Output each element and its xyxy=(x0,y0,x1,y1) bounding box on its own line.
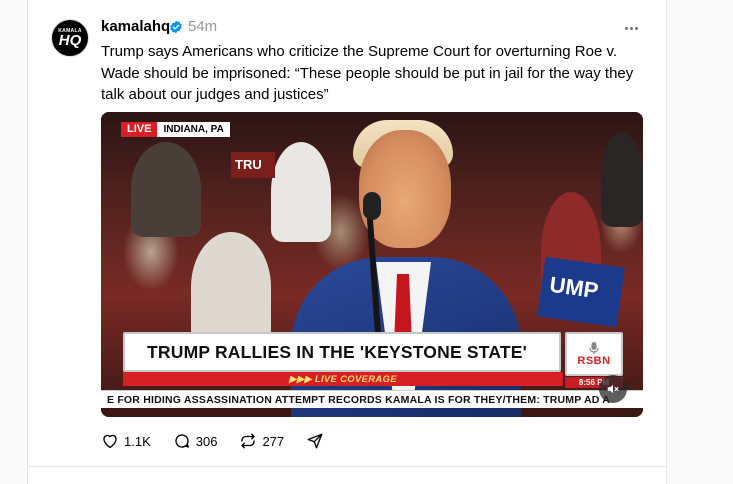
rsbn-mic-icon xyxy=(589,342,599,354)
comment-icon xyxy=(175,434,189,448)
repost-count: 277 xyxy=(262,433,285,449)
location-label: INDIANA, PA xyxy=(157,122,230,137)
share-button[interactable] xyxy=(306,432,324,450)
crowd-sign: TRU xyxy=(231,152,275,178)
live-coverage-bar: ▶▶▶ LIVE COVERAGE xyxy=(123,372,563,386)
repost-button[interactable]: 277 xyxy=(239,432,284,450)
username[interactable]: kamalahq xyxy=(101,18,170,35)
crowd-person xyxy=(191,232,271,342)
heart-icon xyxy=(103,434,117,449)
crowd-person xyxy=(131,142,201,237)
verified-badge-icon xyxy=(170,20,182,34)
ticker-text: E FOR HIDING ASSASSINATION ATTEMPT RECOR… xyxy=(107,393,611,406)
network-name: RSBN xyxy=(577,355,611,367)
lower-third: TRUMP RALLIES IN THE 'KEYSTONE STATE' xyxy=(123,332,561,372)
speaker-muted-icon xyxy=(607,384,619,394)
repost-icon xyxy=(241,433,256,449)
like-button[interactable]: 1.1K xyxy=(101,432,151,450)
post: KAMALA HQ kamalahq 54m Trump says Americ… xyxy=(28,0,666,467)
network-logo: RSBN xyxy=(565,332,623,376)
reply-count: 306 xyxy=(195,433,218,449)
send-icon xyxy=(307,433,323,449)
live-label: LIVE xyxy=(121,122,158,137)
crowd-person xyxy=(271,142,331,242)
post-time: 54m xyxy=(188,18,218,35)
crowd-person xyxy=(601,132,643,227)
reply-button[interactable]: 306 xyxy=(173,432,218,450)
mute-button[interactable] xyxy=(599,375,627,403)
live-bug: LIVE INDIANA, PA xyxy=(121,122,230,137)
post-actions: 1.1K 306 277 xyxy=(101,430,346,452)
video-player[interactable]: TRU UMP LIVE INDIANA, PA TRUMP RALLIES I… xyxy=(101,112,643,417)
microphone-icon xyxy=(363,192,381,220)
post-text: Trump says Americans who criticize the S… xyxy=(101,43,634,103)
news-ticker: E FOR HIDING ASSASSINATION ATTEMPT RECOR… xyxy=(101,390,643,408)
live-coverage-label: ▶▶▶ LIVE COVERAGE xyxy=(289,373,397,385)
crowd-sign: UMP xyxy=(537,256,625,328)
feed-card: KAMALA HQ kamalahq 54m Trump says Americ… xyxy=(27,0,667,484)
more-options-icon[interactable] xyxy=(620,19,642,37)
avatar-text-bottom: HQ xyxy=(58,32,82,49)
avatar[interactable]: KAMALA HQ xyxy=(51,19,89,57)
headline: TRUMP RALLIES IN THE 'KEYSTONE STATE' xyxy=(147,341,528,362)
like-count: 1.1K xyxy=(124,433,151,449)
